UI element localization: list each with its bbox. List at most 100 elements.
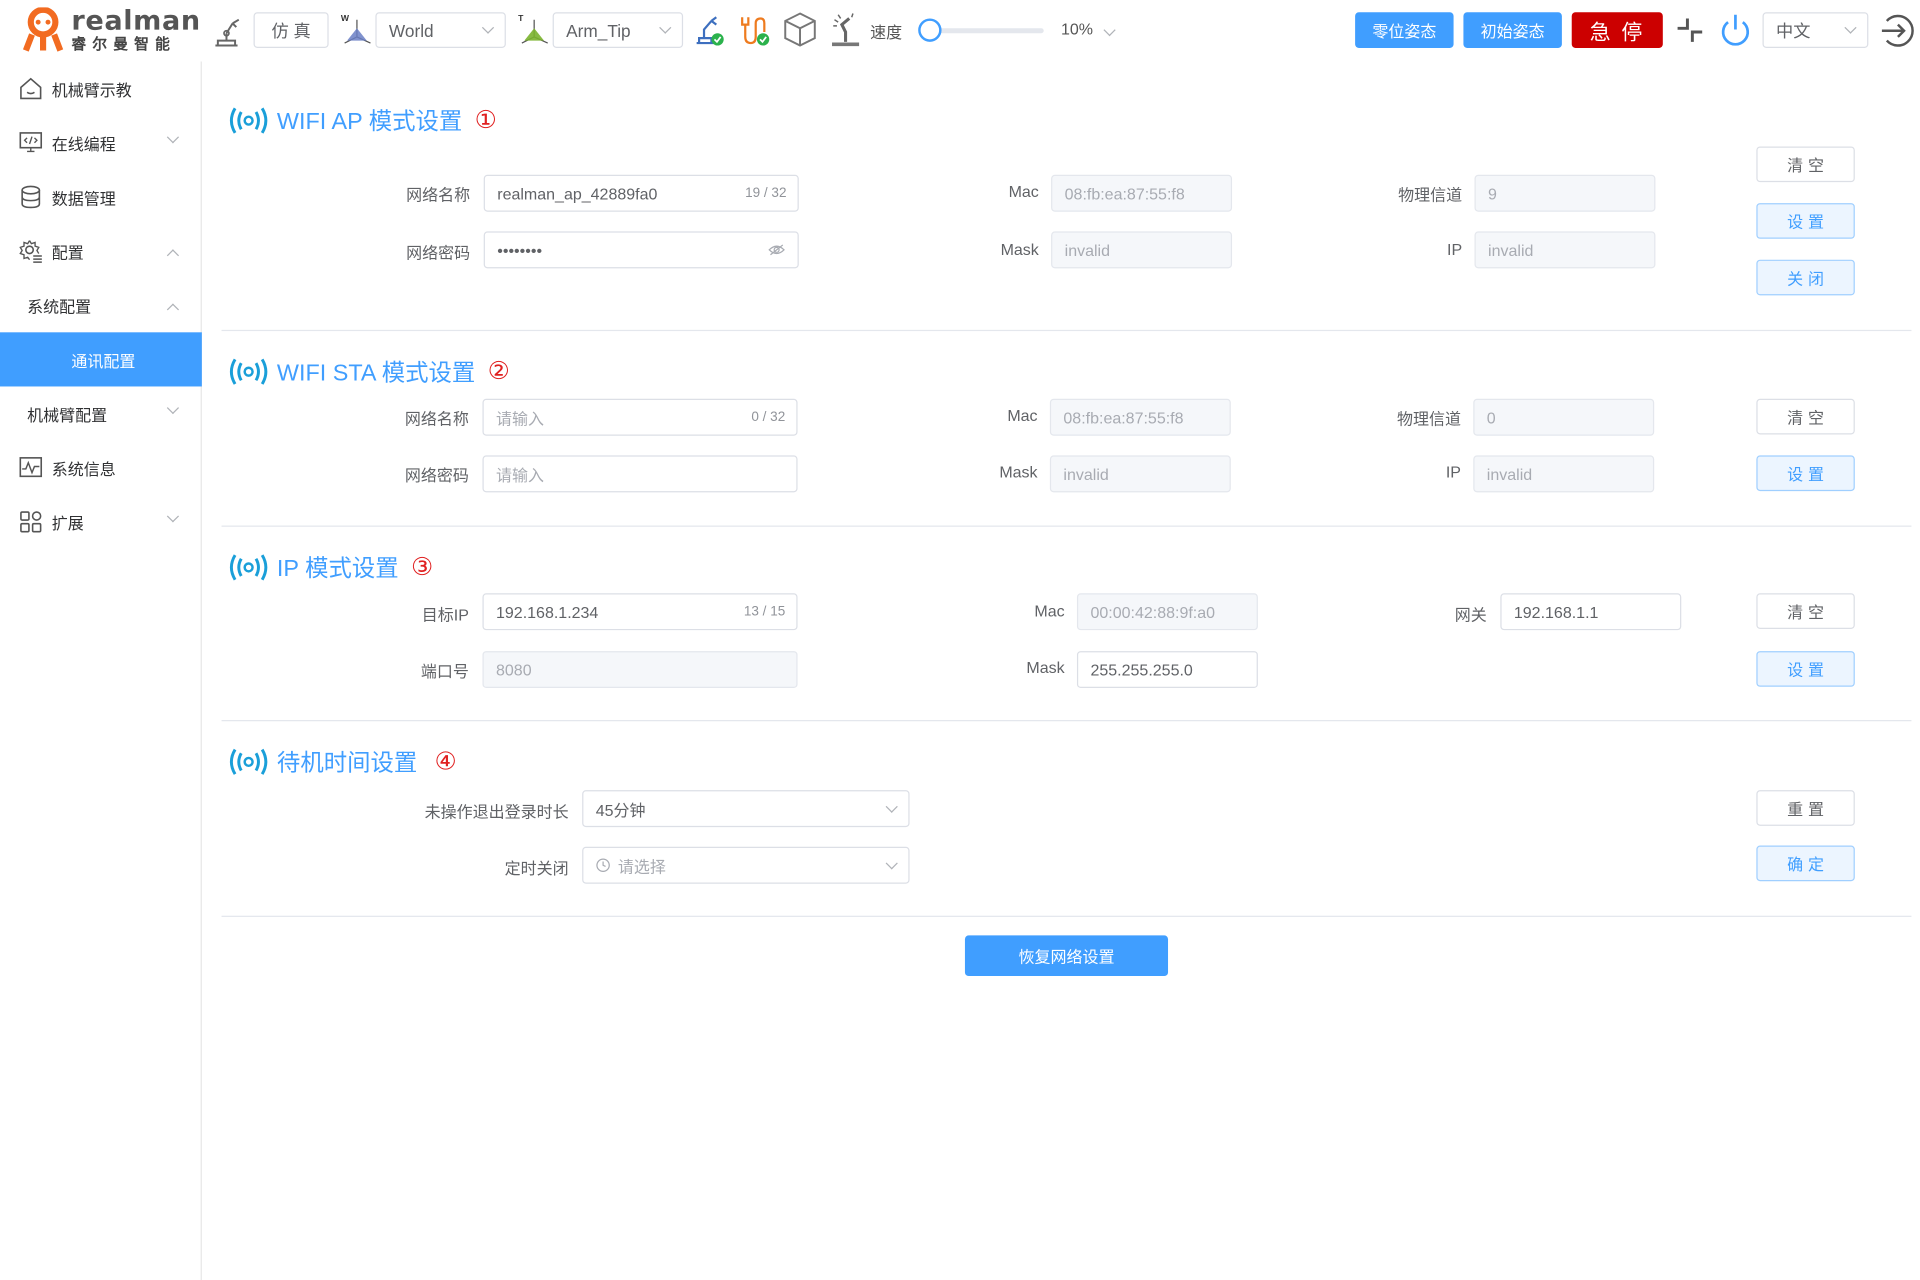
speed-value[interactable]: 10% — [1061, 20, 1116, 38]
svg-text:T: T — [518, 13, 524, 23]
standby-confirm-button[interactable]: 确定 — [1756, 845, 1855, 882]
auto-logout-select[interactable]: 45分钟 — [582, 790, 910, 828]
sidebar-item-configuration[interactable]: 配置 — [0, 224, 202, 278]
ap-mac-value: 08:fb:ea:87:55:f8 — [1064, 184, 1185, 203]
sidebar-item-label: 在线编程 — [51, 134, 116, 154]
ap-ssid-input[interactable]: realman_ap_42889fa0 19 / 32 — [483, 174, 799, 212]
world-frame-icon: W — [341, 13, 371, 44]
sta-mask-label: Mask — [999, 462, 1038, 482]
restore-network-settings-button[interactable]: 恢复网络设置 — [964, 935, 1169, 977]
sidebar-item-online-programming[interactable]: 在线编程 — [0, 116, 202, 170]
robot-teach-icon[interactable] — [828, 11, 862, 48]
sta-ip-value: invalid — [1486, 464, 1533, 484]
scheduled-shutdown-picker[interactable]: 请选择 — [582, 846, 910, 884]
sidebar-item-extension[interactable]: 扩展 — [0, 495, 202, 549]
ip-mac-label: Mac — [1034, 601, 1065, 621]
logo-subtext: 睿尔曼智能 — [71, 35, 177, 53]
standby-reset-button[interactable]: 重置 — [1756, 790, 1855, 826]
logout-icon[interactable] — [1878, 11, 1917, 50]
section-divider — [221, 525, 1912, 527]
scheduled-shutdown-placeholder: 请选择 — [617, 857, 666, 876]
ip-set-button[interactable]: 设置 — [1756, 651, 1855, 687]
code-monitor-icon — [19, 132, 43, 153]
sidebar-item-communication-config[interactable]: 通讯配置 — [0, 332, 202, 387]
sidebar-item-label: 配置 — [51, 243, 84, 262]
power-cable-connected-icon[interactable] — [737, 12, 771, 46]
chevron-down-icon — [885, 856, 898, 869]
home-icon — [20, 77, 42, 100]
3d-cube-icon[interactable] — [783, 11, 817, 48]
sta-mask-value: invalid — [1063, 464, 1109, 484]
ap-ip-value: invalid — [1488, 240, 1534, 260]
ap-mask-label: Mask — [1000, 240, 1039, 259]
scheduled-shutdown-label: 定时关闭 — [504, 859, 569, 878]
ip-mac-input: 00:00:42:88:9f:a0 — [1076, 593, 1258, 631]
char-counter: 0 / 32 — [751, 409, 786, 425]
top-toolbar: realman 睿尔曼智能 仿 真 W World T Arm_Tip 速度 1… — [0, 0, 1920, 62]
ap-password-input[interactable]: •••••••• — [483, 231, 799, 269]
simulation-button[interactable]: 仿 真 — [253, 12, 329, 49]
sta-ip-input: invalid — [1473, 455, 1655, 493]
language-select[interactable]: 中文 — [1762, 12, 1869, 49]
speed-label: 速度 — [870, 23, 903, 42]
drag-mode-icon[interactable] — [1675, 15, 1705, 47]
section-divider — [221, 915, 1912, 917]
section-divider — [221, 720, 1912, 722]
target-ip-label: 目标IP — [421, 605, 469, 625]
clock-icon — [596, 858, 610, 873]
chevron-down-icon — [1103, 24, 1116, 37]
sidebar-item-system-config[interactable]: 系统配置 — [0, 278, 202, 332]
ap-clear-button[interactable]: 清空 — [1756, 146, 1855, 183]
speed-slider[interactable] — [930, 28, 1044, 34]
ap-ssid-label: 网络名称 — [406, 185, 471, 205]
sta-channel-value: 0 — [1486, 408, 1496, 427]
standby-section-title: 待机时间设置 ④ — [225, 745, 457, 778]
tool-frame-select[interactable]: Arm_Tip — [552, 12, 684, 49]
ap-mac-label: Mac — [1008, 182, 1039, 201]
sidebar-item-label: 机械臂示教 — [51, 80, 132, 100]
eye-toggle-icon[interactable] — [768, 244, 785, 256]
sidebar: 机械臂示教 在线编程 数据管理 配置 系统配置 通讯配置 机械臂配置 系统信息 … — [0, 61, 202, 1280]
speed-slider-handle[interactable] — [918, 18, 942, 42]
emergency-stop-button[interactable]: 急 停 — [1571, 12, 1663, 49]
sta-password-input[interactable]: 请输入 — [482, 455, 798, 493]
sta-set-button[interactable]: 设置 — [1756, 455, 1855, 492]
ip-mask-input[interactable]: 255.255.255.0 — [1076, 651, 1258, 689]
coordinate-frame-select[interactable]: World — [375, 12, 506, 49]
realman-logo: realman 睿尔曼智能 — [22, 7, 201, 53]
gateway-input[interactable]: 192.168.1.1 — [1500, 593, 1682, 631]
chevron-down-icon — [166, 401, 180, 415]
sidebar-item-system-info[interactable]: 系统信息 — [0, 441, 202, 495]
ap-close-button[interactable]: 关闭 — [1756, 259, 1855, 296]
section-number: ① — [474, 107, 497, 135]
power-icon[interactable] — [1718, 11, 1752, 50]
chevron-up-icon — [166, 303, 180, 316]
robot-connected-icon[interactable] — [693, 12, 725, 46]
section-title-text: WIFI AP 模式设置 — [276, 109, 463, 136]
auto-logout-label: 未操作退出登录时长 — [424, 802, 569, 821]
ap-ip-label: IP — [1447, 240, 1463, 259]
sta-channel-label: 物理信道 — [1396, 409, 1461, 429]
sidebar-item-arm-teaching[interactable]: 机械臂示教 — [0, 62, 202, 116]
sta-clear-button[interactable]: 清空 — [1756, 398, 1855, 435]
settings-gear-icon — [19, 240, 42, 263]
sidebar-item-arm-config[interactable]: 机械臂配置 — [0, 386, 202, 440]
robot-arm-icon[interactable] — [212, 14, 242, 48]
sta-mask-input: invalid — [1049, 455, 1231, 493]
ip-clear-button[interactable]: 清空 — [1756, 593, 1855, 629]
zero-pose-button[interactable]: 零位姿态 — [1355, 12, 1454, 49]
sidebar-item-data-management[interactable]: 数据管理 — [0, 170, 202, 224]
chevron-down-icon — [1844, 21, 1857, 34]
ap-channel-input: 9 — [1474, 174, 1656, 212]
ap-set-button[interactable]: 设置 — [1756, 203, 1855, 239]
sidebar-item-label: 系统配置 — [27, 297, 92, 316]
wifi-ap-section-title: WIFI AP 模式设置 ① — [225, 103, 497, 136]
target-ip-value: 192.168.1.234 — [496, 602, 599, 621]
ip-mask-label: Mask — [1026, 658, 1065, 677]
section-title-text: 待机时间设置 — [276, 750, 418, 777]
ap-password-value: •••••••• — [497, 240, 543, 260]
sta-ssid-input[interactable]: 请输入 0 / 32 — [482, 398, 798, 436]
initial-pose-button[interactable]: 初始姿态 — [1463, 12, 1562, 49]
gateway-label: 网关 — [1454, 605, 1487, 625]
target-ip-input[interactable]: 192.168.1.234 13 / 15 — [482, 593, 798, 631]
